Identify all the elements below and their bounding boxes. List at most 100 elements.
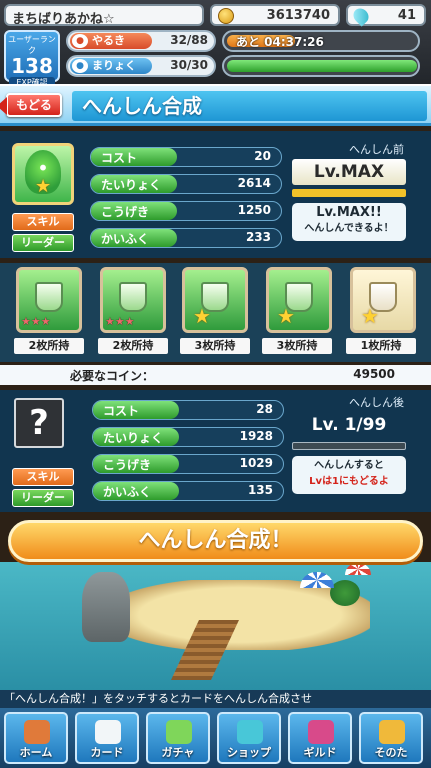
stat-row-cost: コスト 20 (90, 147, 282, 167)
stat-row-attack: こうげき 1250 (90, 201, 282, 221)
cup-icon (119, 282, 147, 312)
material-card[interactable]: ★ (350, 267, 416, 333)
stat-label: コスト (101, 151, 138, 165)
star-icon: ★ (193, 304, 211, 328)
page-title: へんしん合成 (72, 91, 427, 121)
before-transform-panel: ★ スキル リーダー コスト 20 たいりょく 2614 こうげき 1250 か… (0, 131, 431, 258)
maryoku-stat: ● まりょく 30/30 (66, 55, 216, 77)
gem-icon (350, 5, 372, 27)
yaruki-icon: ● (72, 34, 88, 48)
coin-counter: 3613740 (210, 4, 340, 26)
yaruki-tag: ● やるき (70, 33, 152, 49)
player-name[interactable]: まちばりあかね☆ (4, 4, 204, 26)
material-card[interactable]: ★★★ (100, 267, 166, 333)
other-icon (379, 720, 405, 744)
stat-value: 28 (256, 402, 273, 416)
stat-value: 135 (247, 483, 273, 497)
level-bar-before (292, 189, 406, 197)
nav-other[interactable]: そのた (359, 712, 423, 764)
maryoku-icon: ● (72, 59, 88, 73)
yaruki-timer-bar: あと 04:37:26 (222, 30, 420, 52)
stat-label: かいふく (103, 485, 152, 499)
stat-value: 1029 (239, 456, 273, 470)
material-card[interactable]: ★ (266, 267, 332, 333)
leader-button[interactable]: リーダー (12, 234, 74, 252)
level-before: Lv.MAX (292, 159, 406, 185)
stat-label: たいりょく (103, 431, 164, 445)
after-transform-panel: ? スキル リーダー コスト 28 たいりょく 1928 こうげき 1029 か… (0, 390, 431, 512)
stat-row-hp: たいりょく 1928 (92, 427, 284, 447)
rarity-stars: ★★★ (21, 315, 51, 328)
nav-gacha[interactable]: ガチャ (146, 712, 210, 764)
level-after: Lv. 1/99 (311, 415, 387, 435)
gem-amount: 41 (397, 8, 416, 23)
maryoku-value: 30/30 (170, 58, 208, 72)
gem-counter[interactable]: 41 (346, 4, 426, 27)
stat-value: 20 (254, 149, 271, 163)
owned-count: 3枚所持 (262, 338, 332, 354)
star-icon: ★ (361, 304, 379, 328)
owned-count: 1枚所持 (346, 338, 416, 354)
timer-text: あと 04:37:26 (236, 35, 324, 49)
required-coins-value: 49500 (353, 367, 395, 381)
material-card[interactable]: ★★★ (16, 267, 82, 333)
gacha-icon (166, 720, 192, 744)
stat-row-heal: かいふく 135 (92, 481, 284, 501)
stat-label: かいふく (101, 232, 150, 246)
nav-home[interactable]: ホーム (4, 712, 68, 764)
materials-panel: ★★★ 2枚所持 ★★★ 2枚所持 ★ 3枚所持 ★ 3枚所持 ★ 1枚所持 (0, 263, 431, 362)
rank-label: ユーザーランク (8, 35, 56, 55)
nav-label: ショップ (227, 746, 271, 759)
message-title: Lv.MAX!! (316, 205, 382, 220)
nav-label: そのた (374, 746, 408, 759)
stat-value: 1928 (239, 429, 273, 443)
required-coins-row: 必要なコイン： 49500 (0, 365, 431, 385)
message-sub: へんしんできるよ！ (304, 223, 394, 234)
level-bar-after (292, 442, 406, 450)
star-icon: ★ (35, 176, 52, 197)
owned-count: 3枚所持 (180, 338, 250, 354)
stat-label: こうげき (103, 458, 152, 472)
nav-guild[interactable]: ギルド (288, 712, 352, 764)
stat-value: 2614 (237, 176, 271, 190)
yaruki-stat: ● やるき 32/88 (66, 30, 216, 52)
material-card[interactable]: ★ (182, 267, 248, 333)
nav-label: ガチャ (161, 746, 195, 759)
transform-ready-message: Lv.MAX!! へんしんできるよ！ (292, 203, 406, 241)
unknown-card: ? (14, 398, 64, 448)
level-heading-after: へんしん後 (349, 396, 404, 409)
transform-fuse-button[interactable]: へんしん合成！ (8, 520, 423, 562)
rarity-stars: ★★★ (105, 315, 135, 328)
owned-count: 2枚所持 (98, 338, 168, 354)
leader-button[interactable]: リーダー (12, 489, 74, 507)
maryoku-label: まりょく (92, 59, 136, 72)
yaruki-value: 32/88 (170, 33, 208, 47)
rock-illustration (82, 572, 130, 642)
tree-illustration (330, 580, 360, 606)
skill-button[interactable]: スキル (12, 213, 74, 231)
level-reset-message: へんしんすると Lvは1にもどるよ (292, 456, 406, 494)
maryoku-fill (227, 60, 417, 72)
stat-row-cost: コスト 28 (92, 400, 284, 420)
star-icon: ★ (277, 304, 295, 328)
coin-icon (218, 8, 234, 24)
stat-label: こうげき (101, 205, 150, 219)
level-heading-before: へんしん前 (349, 143, 404, 156)
nav-shop[interactable]: ショップ (217, 712, 281, 764)
stat-value: 1250 (237, 203, 271, 217)
nav-label: ホーム (19, 746, 53, 759)
stat-label: たいりょく (101, 178, 162, 192)
skill-button[interactable]: スキル (12, 468, 74, 486)
card-icon (95, 720, 121, 744)
guild-icon (308, 720, 334, 744)
back-button[interactable]: もどる (0, 93, 62, 117)
shop-icon (237, 720, 263, 744)
nav-card[interactable]: カード (75, 712, 139, 764)
base-card[interactable]: ★ (12, 143, 74, 205)
message-line2: Lvは1にもどるよ (309, 476, 389, 487)
maryoku-bar (222, 55, 420, 77)
required-coins-label: 必要なコイン： (70, 369, 155, 383)
user-rank-badge[interactable]: ユーザーランク 138 EXP確認 (4, 30, 60, 88)
coin-amount: 3613740 (266, 8, 330, 23)
stat-row-heal: かいふく 233 (90, 228, 282, 248)
